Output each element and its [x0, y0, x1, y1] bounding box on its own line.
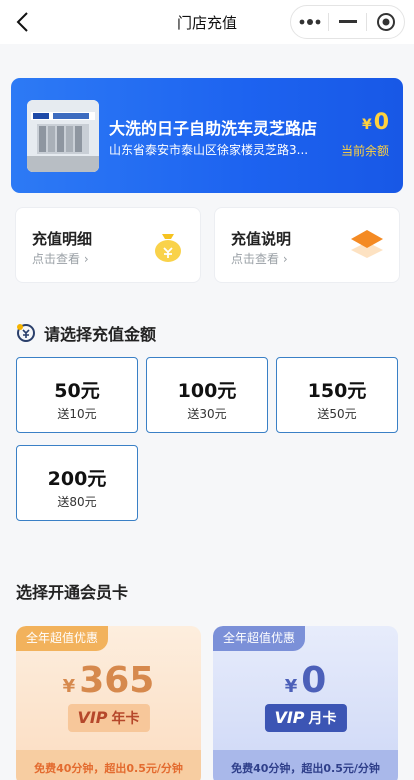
nav-bar: 门店充值 — [0, 0, 414, 44]
amount-value: 100元 — [177, 380, 237, 402]
amount-option-150[interactable]: 150元 送50元 — [276, 357, 398, 433]
recharge-instructions-title: 充值说明 — [231, 230, 292, 248]
vip-annual-card[interactable]: 全年超值优惠 ¥365 VIP 年卡 免费40分钟，超出0.5元/分钟 — [16, 626, 201, 780]
more-icon[interactable] — [291, 6, 328, 38]
balance-block: ¥0 当前余额 — [341, 110, 389, 159]
balance-value: ¥0 — [341, 110, 389, 138]
recharge-section-label: 请选择充值金额 — [44, 325, 157, 344]
amount-option-200[interactable]: 200元 送80元 — [16, 445, 138, 521]
promo-tag: 全年超值优惠 — [213, 626, 306, 651]
recharge-details-title: 充值明细 — [32, 230, 93, 248]
recharge-details-card[interactable]: 充值明细 点击查看 › — [15, 207, 201, 283]
store-photo — [27, 100, 99, 172]
amount-bonus: 送10元 — [57, 407, 97, 421]
amount-value: 150元 — [307, 380, 367, 402]
amount-option-100[interactable]: 100元 送30元 — [146, 357, 268, 433]
store-name: 大洗的日子自助洗车灵芝路店 — [109, 119, 318, 138]
recharge-instructions-subtitle: 点击查看 › — [231, 252, 288, 266]
vip-price: ¥365 — [62, 660, 155, 701]
amount-bonus: 送30元 — [187, 407, 227, 421]
vip-price: ¥0 — [284, 660, 327, 701]
membership-section-title: 选择开通会员卡 — [16, 583, 129, 602]
balance-amount: 0 — [373, 110, 389, 135]
amount-value: 200元 — [47, 468, 107, 490]
money-bag-icon — [150, 228, 186, 264]
amount-value: 50元 — [54, 380, 100, 402]
chevron-right-icon: › — [83, 252, 89, 266]
mini-program-capsule — [290, 5, 405, 39]
amount-bonus: 送50元 — [317, 407, 357, 421]
coin-icon — [16, 323, 36, 343]
vip-footer: 免费40分钟，超出0.5元/分钟 — [16, 750, 201, 780]
balance-currency: ¥ — [361, 117, 372, 133]
balance-label: 当前余额 — [340, 144, 389, 158]
amount-option-50[interactable]: 50元 送10元 — [16, 357, 138, 433]
promo-tag: 全年超值优惠 — [16, 626, 109, 651]
vip-type-badge: VIP 月卡 — [264, 704, 347, 732]
store-address: 山东省泰安市泰山区徐家楼灵芝路3... — [109, 143, 309, 157]
store-banner: 大洗的日子自助洗车灵芝路店 山东省泰安市泰山区徐家楼灵芝路3... ¥0 当前余… — [11, 78, 403, 193]
recharge-details-subtitle: 点击查看 › — [32, 252, 89, 266]
amount-bonus: 送80元 — [57, 495, 97, 509]
recharge-section-title: 请选择充值金额 — [16, 321, 156, 345]
vip-type-badge: VIP 年卡 — [67, 704, 150, 732]
minimize-icon[interactable] — [329, 6, 366, 38]
recharge-instructions-card[interactable]: 充值说明 点击查看 › — [214, 207, 400, 283]
close-target-icon[interactable] — [367, 6, 404, 38]
vip-monthly-card[interactable]: 全年超值优惠 ¥0 VIP 月卡 免费40分钟，超出0.5元/分钟 — [213, 626, 398, 780]
vip-footer: 免费40分钟，超出0.5元/分钟 — [213, 750, 398, 780]
chevron-right-icon: › — [282, 252, 288, 266]
layers-icon — [349, 228, 385, 264]
